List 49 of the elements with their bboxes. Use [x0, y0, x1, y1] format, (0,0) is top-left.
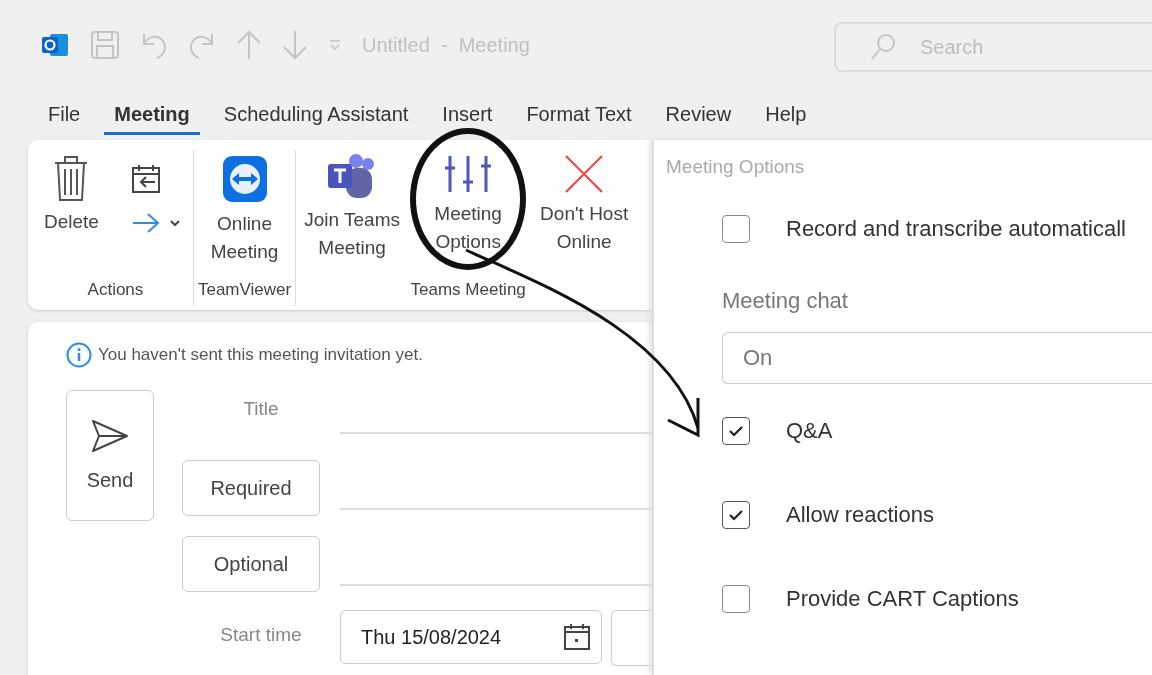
- calendar-icon: [563, 623, 591, 651]
- ribbon-tab[interactable]: Meeting: [104, 95, 200, 135]
- pane-title: Meeting Options: [666, 156, 805, 178]
- save-icon[interactable]: [90, 30, 120, 60]
- ribbon-group-label: Actions: [87, 280, 144, 301]
- checkbox[interactable]: [722, 585, 750, 613]
- join-teams-button[interactable]: Join Teams Meeting: [300, 150, 405, 266]
- notice-text: You haven't sent this meeting invitation yet.: [98, 345, 423, 365]
- checkbox[interactable]: [722, 417, 750, 445]
- recipient-button[interactable]: Optional: [182, 536, 320, 592]
- sliders-icon: [444, 154, 493, 194]
- meeting-chat-label: Meeting chat: [722, 288, 848, 314]
- checkbox[interactable]: [722, 215, 750, 243]
- recipient-button[interactable]: Required: [182, 460, 320, 516]
- down-arrow-icon[interactable]: [282, 29, 308, 61]
- start-time-label: Start time: [219, 623, 303, 646]
- outlook-logo-icon: [40, 31, 70, 59]
- checkbox-label: Provide CART Captions: [786, 586, 1019, 612]
- date-field[interactable]: Thu 15/08/2024: [340, 610, 602, 664]
- meeting-options-button[interactable]: Meeting Options: [424, 150, 513, 260]
- ribbon-tab[interactable]: Scheduling Assistant: [213, 95, 419, 135]
- search-icon: [870, 33, 896, 61]
- trash-icon: [53, 154, 90, 202]
- checkbox-label: Allow reactions: [786, 502, 934, 528]
- ribbon-tab[interactable]: Insert: [432, 95, 503, 135]
- meeting-chat-dropdown[interactable]: On: [722, 332, 1152, 384]
- customize-caret-icon[interactable]: [328, 39, 342, 51]
- paper-plane-icon: [91, 419, 129, 453]
- dont-host-online-button[interactable]: Don't Host Online: [532, 150, 637, 260]
- checkmark-icon: [728, 509, 744, 521]
- title-label: Title: [242, 398, 280, 421]
- delete-button[interactable]: Delete: [42, 150, 101, 240]
- checkbox[interactable]: [722, 501, 750, 529]
- ribbon-group-label: Teams Meeting: [410, 280, 526, 301]
- ribbon-tab[interactable]: Review: [655, 95, 742, 135]
- checkmark-icon: [728, 425, 744, 437]
- send-button[interactable]: Send: [66, 390, 154, 521]
- ribbon-tab[interactable]: Format Text: [516, 95, 642, 135]
- info-icon: [66, 342, 92, 368]
- caret-icon[interactable]: [168, 219, 181, 227]
- forward-arrow-icon[interactable]: [130, 212, 161, 234]
- checkbox-label: Q&A: [786, 418, 833, 444]
- ribbon-tab[interactable]: File: [38, 95, 91, 135]
- ribbon-group-label: TeamViewer: [197, 280, 292, 301]
- checkbox-label: Record and transcribe automaticall: [786, 216, 1126, 242]
- online-meeting-button[interactable]: Online Meeting: [200, 150, 289, 270]
- up-arrow-icon[interactable]: [236, 29, 262, 61]
- cross-icon: [564, 154, 605, 194]
- ribbon-tab[interactable]: Help: [755, 95, 817, 135]
